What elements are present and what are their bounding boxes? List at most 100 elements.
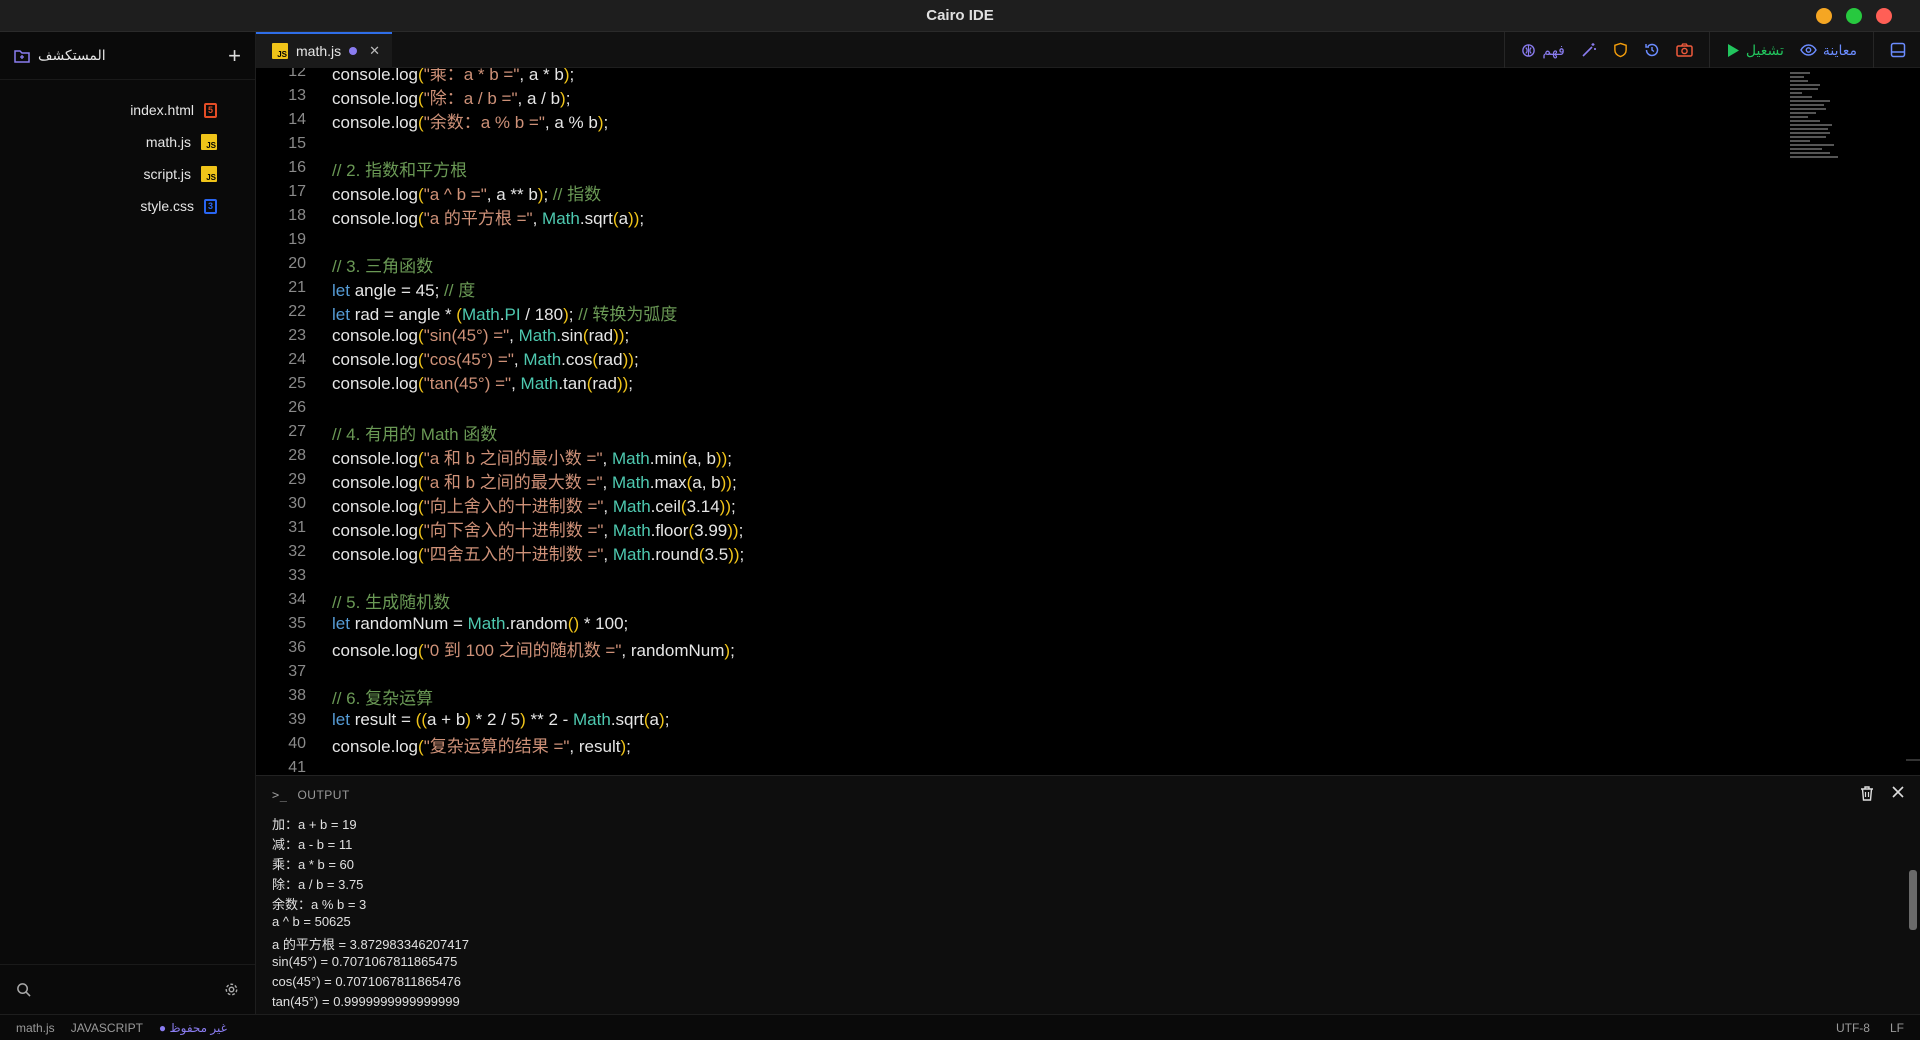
code-line[interactable]: 17 console.log("a ^ b =", a ** b); // 指数: [256, 180, 1756, 204]
code-line[interactable]: 22 let rad = angle * (Math.PI / 180); // …: [256, 300, 1756, 324]
code-editor[interactable]: 12 console.log("乘：a * b =", a * b); 13 cons…: [256, 68, 1920, 775]
minimap-line: [1790, 96, 1812, 98]
minimap-line: [1790, 136, 1826, 138]
folder-icon: [14, 49, 30, 63]
code-line[interactable]: 13 console.log("除：a / b =", a / b);: [256, 84, 1756, 108]
file-item-css[interactable]: style.css 3: [0, 190, 255, 222]
code-text: // 3. 三角函数: [332, 256, 434, 276]
code-line[interactable]: 27 // 4. 有用的 Math 函数: [256, 420, 1756, 444]
camera-icon[interactable]: [1676, 42, 1693, 58]
output-line: 除：a / b = 3.75: [272, 877, 364, 892]
output-actions: [1860, 786, 1904, 801]
code-line[interactable]: 36 console.log("0 到 100 之间的随机数 =", random…: [256, 636, 1756, 660]
close-icon[interactable]: [1892, 786, 1904, 798]
output-scrollbar[interactable]: [1908, 818, 1918, 1013]
search-icon[interactable]: [16, 982, 31, 997]
shield-icon[interactable]: [1613, 42, 1628, 58]
minimap-line: [1790, 152, 1830, 154]
preview-label: معاينة: [1822, 41, 1857, 58]
code-line[interactable]: 20 // 3. 三角函数: [256, 252, 1756, 276]
add-file-button[interactable]: +: [228, 44, 241, 67]
code-text: console.log("乘：a * b =", a * b);: [332, 68, 575, 84]
trash-icon[interactable]: [1860, 786, 1874, 801]
minimap[interactable]: [1790, 72, 1860, 182]
preview-button[interactable]: معاينة: [1800, 42, 1857, 59]
code-line[interactable]: 26: [256, 396, 1756, 420]
code-line[interactable]: 38 // 6. 复杂运算: [256, 684, 1756, 708]
code-line[interactable]: 40 console.log("复杂运算的结果 =", result);: [256, 732, 1756, 756]
code-line[interactable]: 23 console.log("sin(45°) =", Math.sin(rad…: [256, 324, 1756, 348]
code-line[interactable]: 33: [256, 564, 1756, 588]
status-language[interactable]: JAVASCRIPT: [71, 1021, 143, 1035]
editor-toolbar: فهم تشغيل معاينة: [1504, 32, 1920, 68]
minimap-line: [1790, 112, 1816, 114]
code-line[interactable]: 28 console.log("a 和 b 之间的最小数 =", Math.min…: [256, 444, 1756, 468]
code-line[interactable]: 24 console.log("cos(45°) =", Math.cos(rad…: [256, 348, 1756, 372]
explorer-title: المستكشف: [14, 47, 106, 64]
code-line[interactable]: 32 console.log("四舍五入的十进制数 =", Math.round(…: [256, 540, 1756, 564]
minimap-line: [1790, 140, 1810, 142]
minimap-line: [1790, 108, 1826, 110]
tab-math-js[interactable]: JS math.js ✕: [256, 31, 393, 68]
code-line[interactable]: 35 let randomNum = Math.random() * 100;: [256, 612, 1756, 636]
maximize-button[interactable]: [1846, 8, 1862, 24]
output-title: OUTPUT: [297, 788, 350, 802]
file-name: script.js: [143, 166, 191, 182]
code-line[interactable]: 14 console.log("余数：a % b =", a % b);: [256, 108, 1756, 132]
code-line[interactable]: 41: [256, 756, 1756, 775]
magic-wand-icon[interactable]: [1581, 42, 1597, 58]
output-line: 乘：a * b = 60: [272, 857, 355, 872]
js-file-icon: JS: [272, 42, 288, 59]
code-line[interactable]: 34 // 5. 生成随机数: [256, 588, 1756, 612]
toggle-panel-icon[interactable]: [1890, 42, 1906, 58]
code-line[interactable]: 39 let result = ((a + b) * 2 / 5) ** 2 - …: [256, 708, 1756, 732]
css-file-icon: 3: [204, 198, 217, 214]
code-line[interactable]: 15: [256, 132, 1756, 156]
minimize-button[interactable]: [1816, 8, 1832, 24]
output-content: 加：a + b = 19 减：a - b = 11 乘：a * b = 60 除：a …: [272, 814, 1892, 1014]
minimap-line: [1790, 124, 1832, 126]
code-line[interactable]: 37: [256, 660, 1756, 684]
status-encoding[interactable]: UTF-8: [1836, 1021, 1870, 1035]
explorer-title-label: المستكشف: [38, 47, 106, 63]
line-number: 39: [288, 711, 306, 728]
line-number: 40: [288, 735, 306, 752]
brain-icon: [1522, 43, 1536, 57]
code-text: console.log("tan(45°) =", Math.tan(rad))…: [332, 374, 634, 393]
line-number: 28: [288, 447, 306, 464]
play-icon: [1727, 43, 1739, 57]
history-icon[interactable]: [1644, 42, 1660, 58]
editor-scrollbar[interactable]: [1906, 759, 1920, 761]
code-line[interactable]: 29 console.log("a 和 b 之间的最大数 =", Math.max…: [256, 468, 1756, 492]
code-lines: 12 console.log("乘：a * b =", a * b); 13 cons…: [256, 68, 1756, 775]
line-number: 36: [288, 639, 306, 656]
gear-icon[interactable]: [224, 982, 239, 997]
file-name: index.html: [130, 102, 194, 118]
code-line[interactable]: 19: [256, 228, 1756, 252]
code-line[interactable]: 18 console.log("a 的平方根 =", Math.sqrt(a));: [256, 204, 1756, 228]
close-tab-button[interactable]: ✕: [369, 43, 380, 59]
run-button[interactable]: تشغيل: [1726, 42, 1784, 59]
file-item-js[interactable]: script.js JS: [0, 158, 255, 190]
output-line: a 的平方根 = 3.872983346207417: [272, 937, 469, 952]
code-line[interactable]: 16 // 2. 指数和平方根: [256, 156, 1756, 180]
code-line[interactable]: 31 console.log("向下舍入的十进制数 =", Math.floor(…: [256, 516, 1756, 540]
code-text: // 2. 指数和平方根: [332, 160, 468, 180]
code-line[interactable]: 21 let angle = 45; // 度: [256, 276, 1756, 300]
code-text: // 5. 生成随机数: [332, 592, 451, 612]
status-eol[interactable]: LF: [1890, 1021, 1904, 1035]
minimap-line: [1790, 120, 1820, 122]
toolbar-divider: [1504, 32, 1506, 68]
close-window-button[interactable]: [1876, 8, 1892, 24]
code-text: console.log("a ^ b =", a ** b); // 指数: [332, 184, 602, 204]
code-line[interactable]: 30 console.log("向上舍入的十进制数 =", Math.ceil(3…: [256, 492, 1756, 516]
file-item-js[interactable]: math.js JS: [0, 126, 255, 158]
code-line[interactable]: 25 console.log("tan(45°) =", Math.tan(rad…: [256, 372, 1756, 396]
line-number: 26: [288, 399, 306, 416]
understand-label: فهم: [1542, 41, 1565, 58]
understand-button[interactable]: فهم: [1521, 41, 1565, 59]
code-line[interactable]: 12 console.log("乘：a * b =", a * b);: [256, 68, 1756, 84]
code-text: let randomNum = Math.random() * 100;: [332, 614, 629, 633]
file-item-html[interactable]: index.html 5: [0, 94, 255, 126]
output-scroll-thumb[interactable]: [1909, 870, 1917, 930]
